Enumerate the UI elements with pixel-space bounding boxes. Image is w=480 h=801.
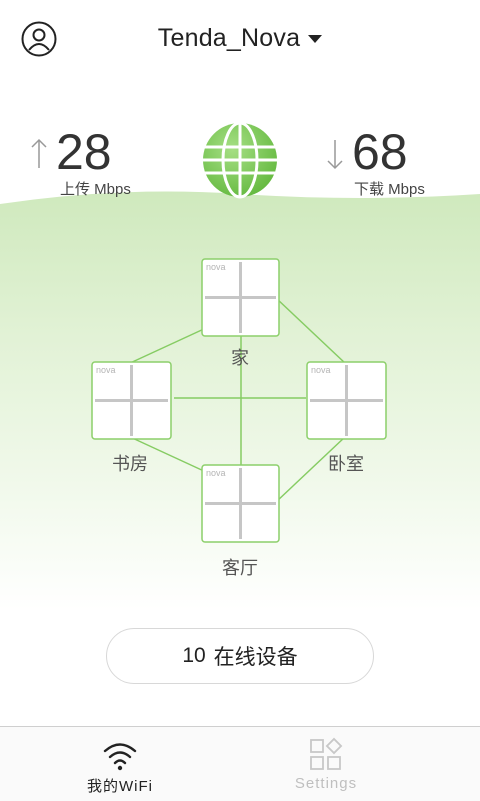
node-label-home: 家 bbox=[231, 348, 249, 368]
bottom-tab-bar: 我的WiFi Settings bbox=[0, 726, 480, 801]
tab-label-settings: Settings bbox=[294, 775, 358, 792]
node-tag: nova bbox=[311, 365, 331, 375]
tab-settings[interactable]: Settings bbox=[206, 727, 446, 801]
settings-grid-icon bbox=[310, 737, 343, 770]
node-label-study: 书房 bbox=[112, 454, 148, 474]
node-label-living-room: 客厅 bbox=[222, 558, 258, 578]
online-devices-button[interactable]: 10 在线设备 bbox=[106, 628, 374, 684]
online-devices-label: 在线设备 bbox=[213, 646, 298, 669]
tab-label-my-wifi: 我的WiFi bbox=[87, 778, 153, 795]
node-tag: nova bbox=[96, 365, 116, 375]
online-device-count: 10 bbox=[182, 644, 206, 667]
tab-my-wifi[interactable]: 我的WiFi bbox=[0, 727, 240, 801]
wifi-icon bbox=[103, 743, 137, 771]
node-tag: nova bbox=[206, 468, 226, 478]
node-tag: nova bbox=[206, 262, 226, 272]
node-label-bedroom: 卧室 bbox=[328, 454, 364, 474]
